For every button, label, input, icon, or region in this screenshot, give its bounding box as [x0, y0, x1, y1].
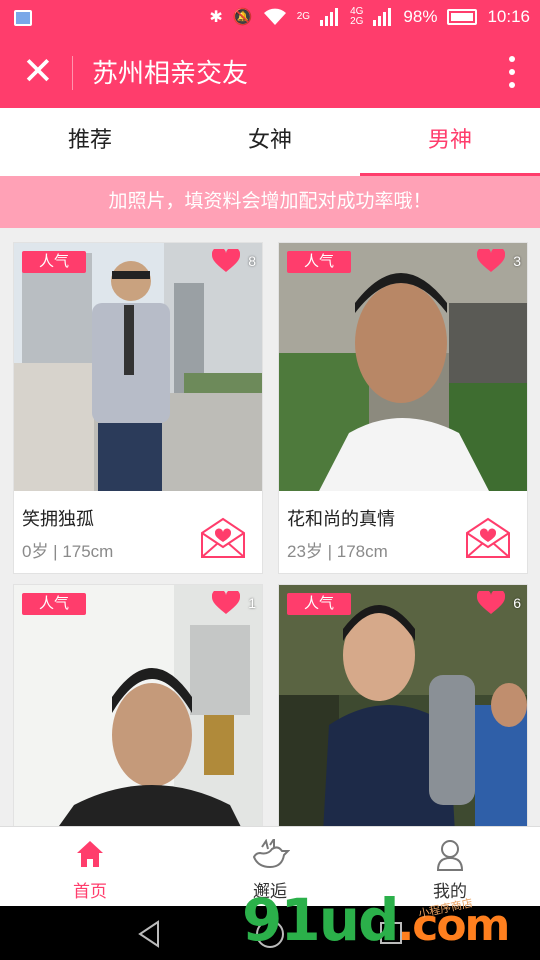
envelope-heart-icon[interactable] [200, 517, 246, 559]
likes-count: 3 [513, 253, 521, 269]
popular-badge: 人气 [287, 251, 351, 273]
tab-bar: 推荐 女神 男神 [0, 108, 540, 176]
popular-badge: 人气 [22, 251, 86, 273]
page-title: 苏州相亲交友 [92, 58, 249, 88]
heart-icon [212, 249, 241, 272]
profile-card[interactable]: 人气 3 花和尚的真情 23岁 | 178cm [278, 242, 528, 574]
heart-icon [477, 591, 506, 614]
more-vertical-icon[interactable] [508, 56, 516, 88]
person-icon [436, 840, 464, 871]
tab-gods[interactable]: 男神 [360, 108, 540, 176]
tab-goddess[interactable]: 女神 [180, 108, 360, 176]
likes-count: 1 [248, 595, 256, 611]
gallery-notification-icon [14, 10, 32, 26]
likes-count: 6 [513, 595, 521, 611]
profile-card[interactable]: 人气 8 笑拥独孤 0岁 | 175cm [13, 242, 263, 574]
photo-image [14, 243, 262, 491]
tab-recommend[interactable]: 推荐 [0, 108, 180, 176]
popular-badge: 人气 [22, 593, 86, 615]
envelope-heart-icon[interactable] [465, 517, 511, 559]
likes[interactable]: 6 [477, 591, 521, 615]
signal-icon-2 [373, 8, 392, 26]
profile-grid: 人气 8 笑拥独孤 0岁 | 175cm 人气 3 花和尚的真情 23岁 | 1… [0, 228, 540, 826]
nav-home-label: 首页 [73, 882, 107, 901]
profile-photo[interactable]: 人气 6 [279, 585, 527, 826]
likes[interactable]: 8 [212, 249, 256, 273]
wifi-icon [263, 8, 286, 25]
profile-meta: 23岁 | 178cm [287, 542, 388, 561]
status-bar: ✱ 🔕 2G 4G 2G 98% 10:16 [0, 0, 540, 36]
battery-percent: 98% [403, 7, 438, 26]
profile-name: 笑拥独孤 [22, 509, 94, 529]
title-bar: ✕ 苏州相亲交友 [0, 36, 540, 108]
divider [72, 56, 73, 90]
profile-photo[interactable]: 人气 8 [14, 243, 262, 491]
photo-image [279, 585, 527, 826]
nav-home[interactable]: 首页 [0, 827, 180, 906]
profile-photo[interactable]: 人气 3 [279, 243, 527, 491]
bird-icon [252, 839, 290, 869]
profile-meta: 0岁 | 175cm [22, 542, 114, 561]
likes-count: 8 [248, 253, 256, 269]
mute-icon: 🔕 [232, 9, 253, 26]
likes[interactable]: 3 [477, 249, 521, 273]
signal-icon [320, 8, 339, 26]
network-indicator: 2G [296, 11, 311, 22]
heart-icon [477, 249, 506, 272]
profile-photo[interactable]: 人气 1 [14, 585, 262, 826]
close-icon[interactable]: ✕ [22, 53, 54, 91]
back-icon[interactable] [136, 920, 162, 948]
likes[interactable]: 1 [212, 591, 256, 615]
popular-badge: 人气 [287, 593, 351, 615]
photo-image [14, 585, 262, 826]
notice-banner[interactable]: 加照片，填资料会增加配对成功率哦！ [0, 176, 540, 228]
network-indicator-2: 4G 2G [350, 6, 364, 27]
profile-name: 花和尚的真情 [287, 509, 395, 529]
clock: 10:16 [487, 7, 530, 26]
profile-card[interactable]: 人气 6 [278, 584, 528, 826]
profile-card[interactable]: 人气 1 [13, 584, 263, 826]
bluetooth-icon: ✱ [209, 9, 223, 26]
photo-image [279, 243, 527, 491]
home-icon [77, 841, 103, 867]
heart-icon [212, 591, 241, 614]
battery-icon [447, 9, 478, 25]
